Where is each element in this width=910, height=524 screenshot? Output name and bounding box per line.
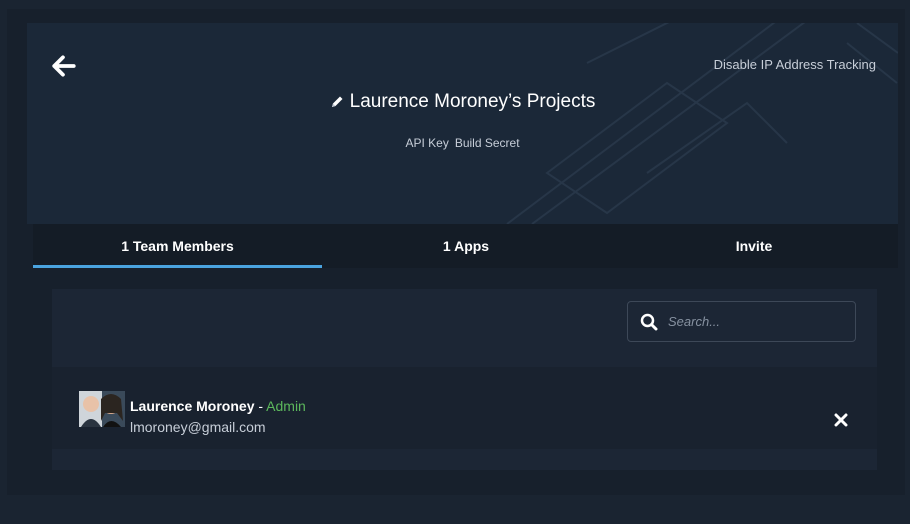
- member-name-line: Laurence Moroney - Admin: [130, 398, 306, 414]
- member-role-badge: Admin: [266, 398, 306, 414]
- team-members-panel: Laurence Moroney - Admin lmoroney@gmail.…: [52, 289, 877, 470]
- close-icon[interactable]: [834, 413, 848, 427]
- tab-bar: 1 Team Members 1 Apps Invite: [33, 224, 898, 268]
- search-box[interactable]: [627, 301, 856, 342]
- pencil-icon[interactable]: [330, 95, 344, 109]
- search-input[interactable]: [666, 313, 840, 330]
- search-icon: [640, 313, 658, 330]
- header-background-graphic: [506, 23, 898, 224]
- avatar: [79, 391, 125, 427]
- tab-invite[interactable]: Invite: [610, 224, 898, 268]
- page-title[interactable]: Laurence Moroney’s Projects: [27, 91, 898, 113]
- project-header: Disable IP Address Tracking Laurence Mor…: [27, 23, 898, 224]
- project-title-text: Laurence Moroney’s Projects: [349, 91, 596, 112]
- tab-apps[interactable]: 1 Apps: [322, 224, 610, 268]
- member-row: Laurence Moroney - Admin lmoroney@gmail.…: [52, 367, 877, 449]
- member-separator: -: [254, 398, 267, 414]
- api-key-link[interactable]: API Key: [405, 136, 448, 150]
- tab-team-members[interactable]: 1 Team Members: [33, 224, 322, 268]
- disable-ip-tracking-link[interactable]: Disable IP Address Tracking: [714, 57, 876, 72]
- project-keys: API Key Build Secret: [27, 136, 898, 150]
- member-name: Laurence Moroney: [130, 398, 255, 414]
- back-arrow-icon[interactable]: [51, 53, 77, 79]
- member-email: lmoroney@gmail.com: [130, 419, 266, 435]
- build-secret-link[interactable]: Build Secret: [455, 136, 520, 150]
